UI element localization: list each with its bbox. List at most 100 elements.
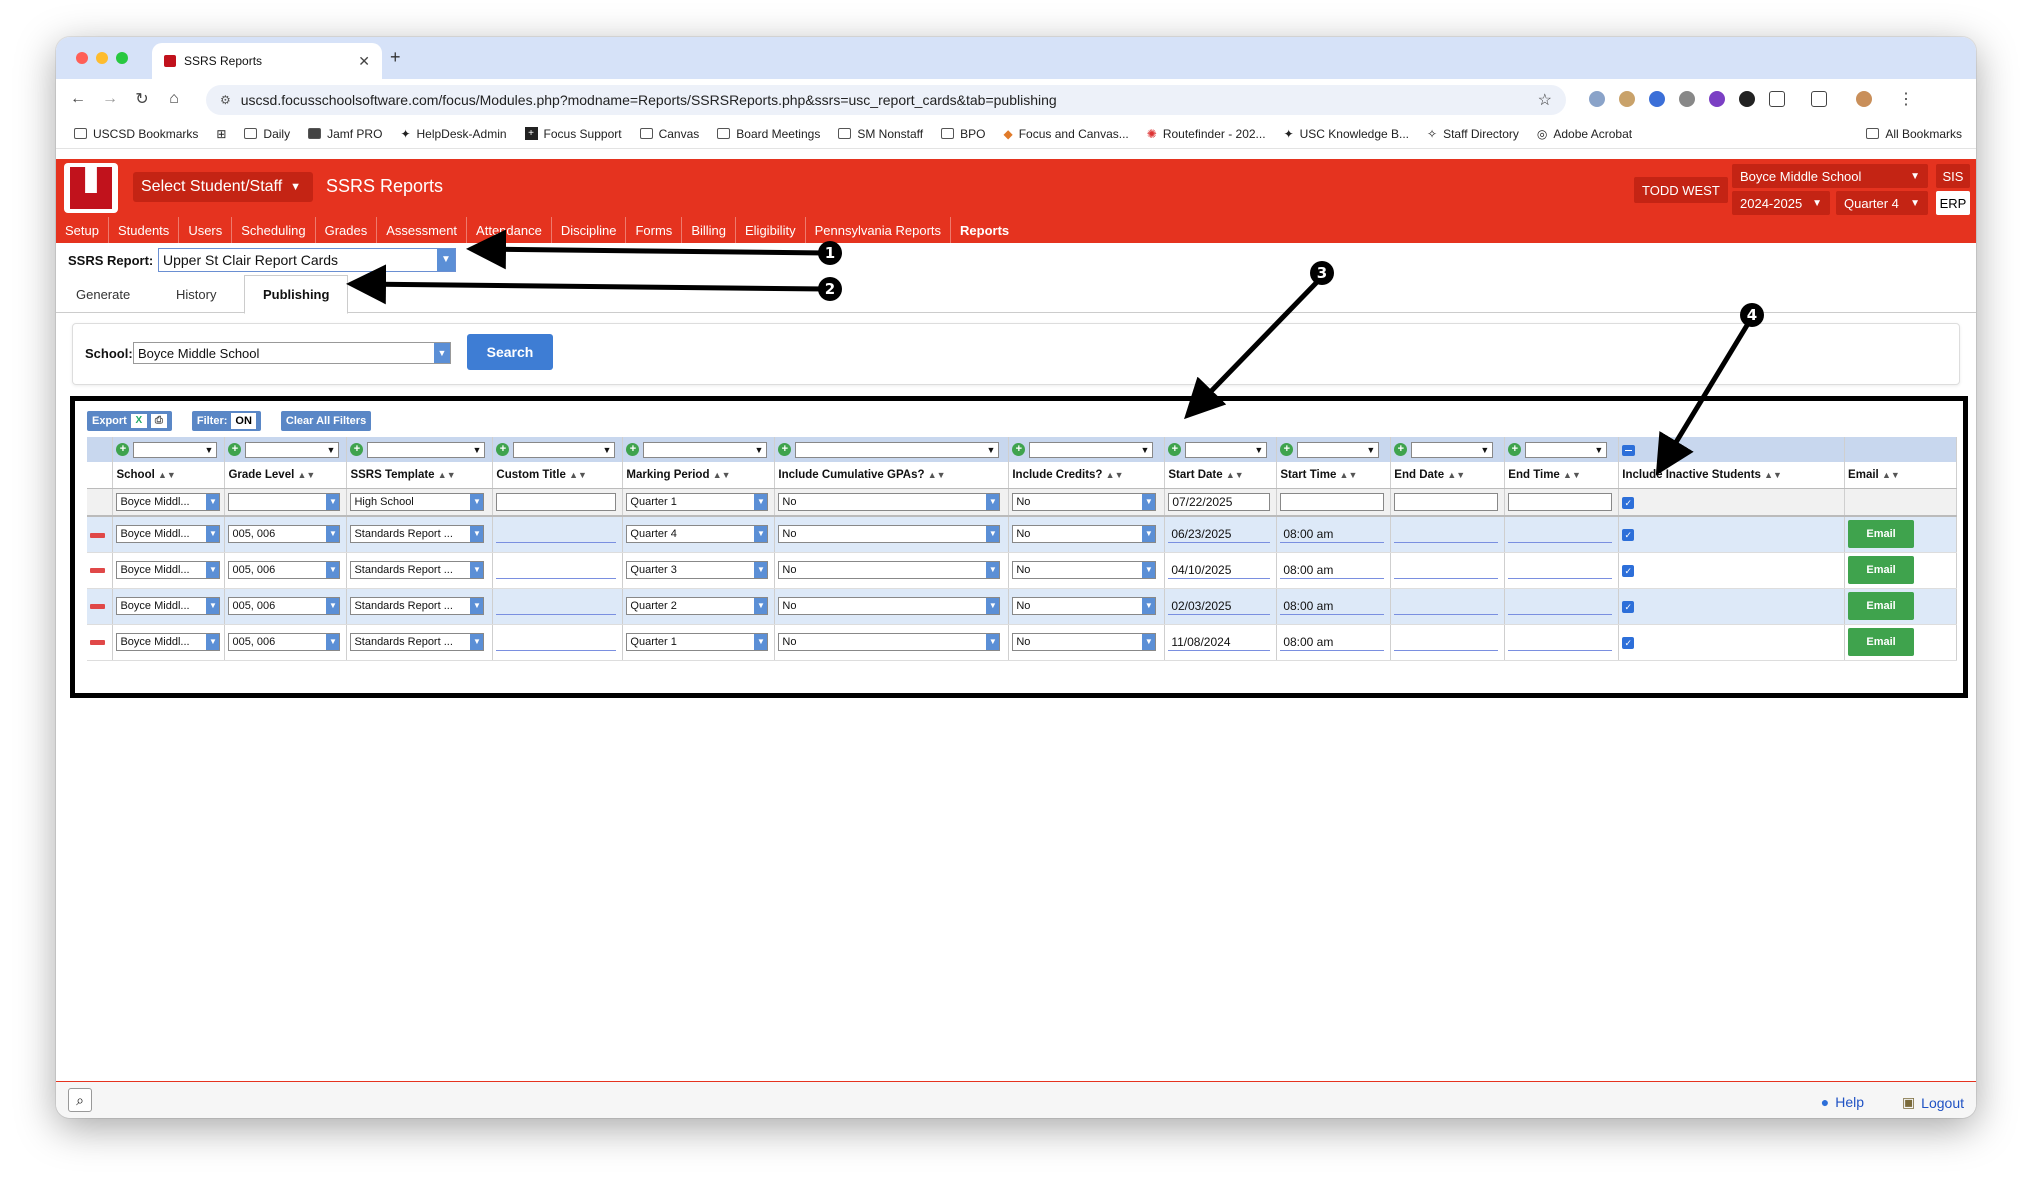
menu-item-forms[interactable]: Forms bbox=[626, 217, 683, 243]
bookmark-item[interactable]: ✧ Staff Directory bbox=[1427, 127, 1519, 141]
apps-grid-icon[interactable]: ⊞ bbox=[216, 127, 226, 141]
end-date-field[interactable] bbox=[1394, 526, 1499, 543]
column-header-include-inactive-students[interactable]: Include Inactive Students ▲▼ bbox=[1618, 462, 1846, 489]
filter-select[interactable]: ▼ bbox=[367, 441, 486, 458]
bookmark-item[interactable]: USCSD Bookmarks bbox=[74, 127, 198, 141]
add-filter-icon[interactable]: + bbox=[496, 443, 510, 456]
marking-period-select[interactable]: Quarter 3 ▼ bbox=[626, 561, 769, 579]
add-filter-icon[interactable]: + bbox=[1394, 443, 1408, 456]
start-date-field[interactable]: 11/08/2024 bbox=[1168, 634, 1271, 651]
clear-all-filters-button[interactable]: Clear All Filters bbox=[280, 411, 372, 431]
end-date-field[interactable] bbox=[1394, 598, 1499, 615]
include-credits-select[interactable]: No ▼ bbox=[1012, 633, 1157, 651]
address-bar[interactable]: ⚙ uscsd.focusschoolsoftware.com/focus/Mo… bbox=[206, 85, 1566, 115]
column-header-marking-period[interactable]: Marking Period ▲▼ bbox=[622, 462, 776, 489]
extension-icon[interactable] bbox=[1709, 91, 1725, 107]
reading-list-icon[interactable] bbox=[1811, 91, 1827, 107]
dropdown-arrow-icon[interactable]: ▼ bbox=[434, 343, 450, 363]
column-header-end-time[interactable]: End Time ▲▼ bbox=[1504, 462, 1620, 489]
bookmark-item[interactable]: ✦ HelpDesk-Admin bbox=[400, 127, 506, 141]
menu-item-billing[interactable]: Billing bbox=[682, 217, 736, 243]
extension-icon[interactable] bbox=[1619, 91, 1635, 107]
logout-link[interactable]: ▣ Logout bbox=[1902, 1094, 1964, 1111]
tab-generate[interactable]: Generate bbox=[76, 275, 130, 313]
ssrs-template-select[interactable]: Standards Report ... ▼ bbox=[350, 525, 485, 544]
site-info-icon[interactable]: ⚙ bbox=[220, 93, 231, 107]
end-time-field[interactable] bbox=[1508, 598, 1613, 615]
ssrs-template-select[interactable]: High School ▼ bbox=[350, 492, 485, 511]
start-time-field[interactable]: 08:00 am bbox=[1280, 526, 1385, 543]
add-filter-icon[interactable]: + bbox=[778, 443, 792, 456]
column-header-school[interactable]: School ▲▼ bbox=[112, 462, 226, 489]
custom-title-field[interactable] bbox=[496, 562, 617, 579]
custom-title-field[interactable] bbox=[496, 598, 617, 615]
start-date-input[interactable]: 07/22/2025 bbox=[1168, 492, 1271, 511]
include-gpas-select[interactable]: No ▼ bbox=[778, 492, 1001, 511]
include-gpas-select[interactable]: No ▼ bbox=[778, 597, 1001, 615]
email-button[interactable]: Email bbox=[1848, 520, 1915, 549]
start-date-field[interactable]: 02/03/2025 bbox=[1168, 598, 1271, 615]
bookmark-item[interactable]: Jamf PRO bbox=[308, 127, 382, 141]
search-button[interactable]: Search bbox=[467, 334, 553, 370]
quarter-select[interactable]: Quarter 4 ▼ bbox=[1836, 191, 1928, 215]
add-filter-icon[interactable]: + bbox=[626, 443, 640, 456]
filter-select[interactable]: ▼ bbox=[1525, 441, 1608, 458]
grade-level-select[interactable]: 005, 006 ▼ bbox=[228, 633, 341, 651]
add-filter-icon[interactable]: + bbox=[1168, 443, 1182, 456]
end-time-field[interactable] bbox=[1508, 634, 1613, 651]
school-select[interactable]: Boyce Middl... ▼ bbox=[116, 492, 221, 511]
column-header-ssrs-template[interactable]: SSRS Template ▲▼ bbox=[346, 462, 494, 489]
menu-item-grades[interactable]: Grades bbox=[316, 217, 378, 243]
end-time-input[interactable] bbox=[1508, 492, 1613, 511]
add-filter-icon[interactable]: + bbox=[1012, 443, 1026, 456]
bookmark-item[interactable]: + Focus Support bbox=[524, 127, 622, 141]
custom-title-input[interactable] bbox=[496, 492, 617, 511]
menu-item-attendance[interactable]: Attendance bbox=[467, 217, 552, 243]
include-inactive-checkbox[interactable]: ✓ bbox=[1622, 636, 1635, 649]
delete-row-icon[interactable] bbox=[90, 640, 105, 646]
close-window-icon[interactable] bbox=[76, 52, 88, 64]
menu-item-users[interactable]: Users bbox=[179, 217, 233, 243]
browser-menu-icon[interactable]: ⋮ bbox=[1898, 89, 1914, 109]
filter-select[interactable]: ▼ bbox=[643, 441, 768, 458]
include-credits-select[interactable]: No ▼ bbox=[1012, 561, 1157, 579]
marking-period-select[interactable]: Quarter 1 ▼ bbox=[626, 492, 769, 511]
tab-history[interactable]: History bbox=[176, 275, 216, 313]
marking-period-select[interactable]: Quarter 2 ▼ bbox=[626, 597, 769, 615]
custom-title-field[interactable] bbox=[496, 634, 617, 651]
add-filter-icon[interactable]: + bbox=[1508, 443, 1522, 456]
end-time-field[interactable] bbox=[1508, 562, 1613, 579]
profile-avatar-icon[interactable] bbox=[1856, 91, 1872, 107]
minimize-window-icon[interactable] bbox=[96, 52, 108, 64]
school-select[interactable]: Boyce Middl... ▼ bbox=[116, 633, 221, 651]
grade-level-select[interactable]: 005, 006 ▼ bbox=[228, 597, 341, 615]
end-date-input[interactable] bbox=[1394, 492, 1499, 511]
add-filter-icon[interactable]: + bbox=[116, 443, 130, 456]
column-header-include-credits[interactable]: Include Credits? ▲▼ bbox=[1008, 462, 1166, 489]
school-select[interactable]: Boyce Middle School ▼ bbox=[1732, 164, 1928, 188]
grade-level-select[interactable]: ▼ bbox=[228, 492, 341, 511]
search-icon[interactable]: ⌕ bbox=[68, 1088, 92, 1112]
delete-row-icon[interactable] bbox=[90, 568, 105, 574]
email-button[interactable]: Email bbox=[1848, 556, 1915, 584]
home-icon[interactable]: ⌂ bbox=[158, 90, 190, 108]
filter-select[interactable]: ▼ bbox=[1185, 441, 1268, 458]
forward-icon[interactable]: → bbox=[94, 90, 126, 108]
year-select[interactable]: 2024-2025 ▼ bbox=[1732, 191, 1830, 215]
start-time-field[interactable]: 08:00 am bbox=[1280, 562, 1385, 579]
email-button[interactable]: Email bbox=[1848, 628, 1915, 656]
ssrs-template-select[interactable]: Standards Report ... ▼ bbox=[350, 633, 485, 651]
reload-icon[interactable]: ↻ bbox=[126, 89, 158, 109]
school-filter-select[interactable]: Boyce Middle School ▼ bbox=[133, 342, 451, 364]
bookmark-item[interactable]: ◆ Focus and Canvas... bbox=[1003, 127, 1128, 141]
include-inactive-checkbox[interactable]: ✓ bbox=[1622, 529, 1635, 542]
end-time-field[interactable] bbox=[1508, 526, 1613, 543]
start-time-input[interactable] bbox=[1280, 492, 1385, 511]
include-inactive-checkbox[interactable]: ✓ bbox=[1622, 496, 1635, 509]
help-link[interactable]: ● Help bbox=[1821, 1094, 1864, 1110]
menu-item-discipline[interactable]: Discipline bbox=[552, 217, 627, 243]
menu-item-reports[interactable]: Reports bbox=[951, 217, 1018, 243]
dropdown-arrow-icon[interactable]: ▼ bbox=[437, 249, 455, 271]
school-select[interactable]: Boyce Middl... ▼ bbox=[116, 561, 221, 579]
delete-row-icon[interactable] bbox=[90, 532, 105, 538]
